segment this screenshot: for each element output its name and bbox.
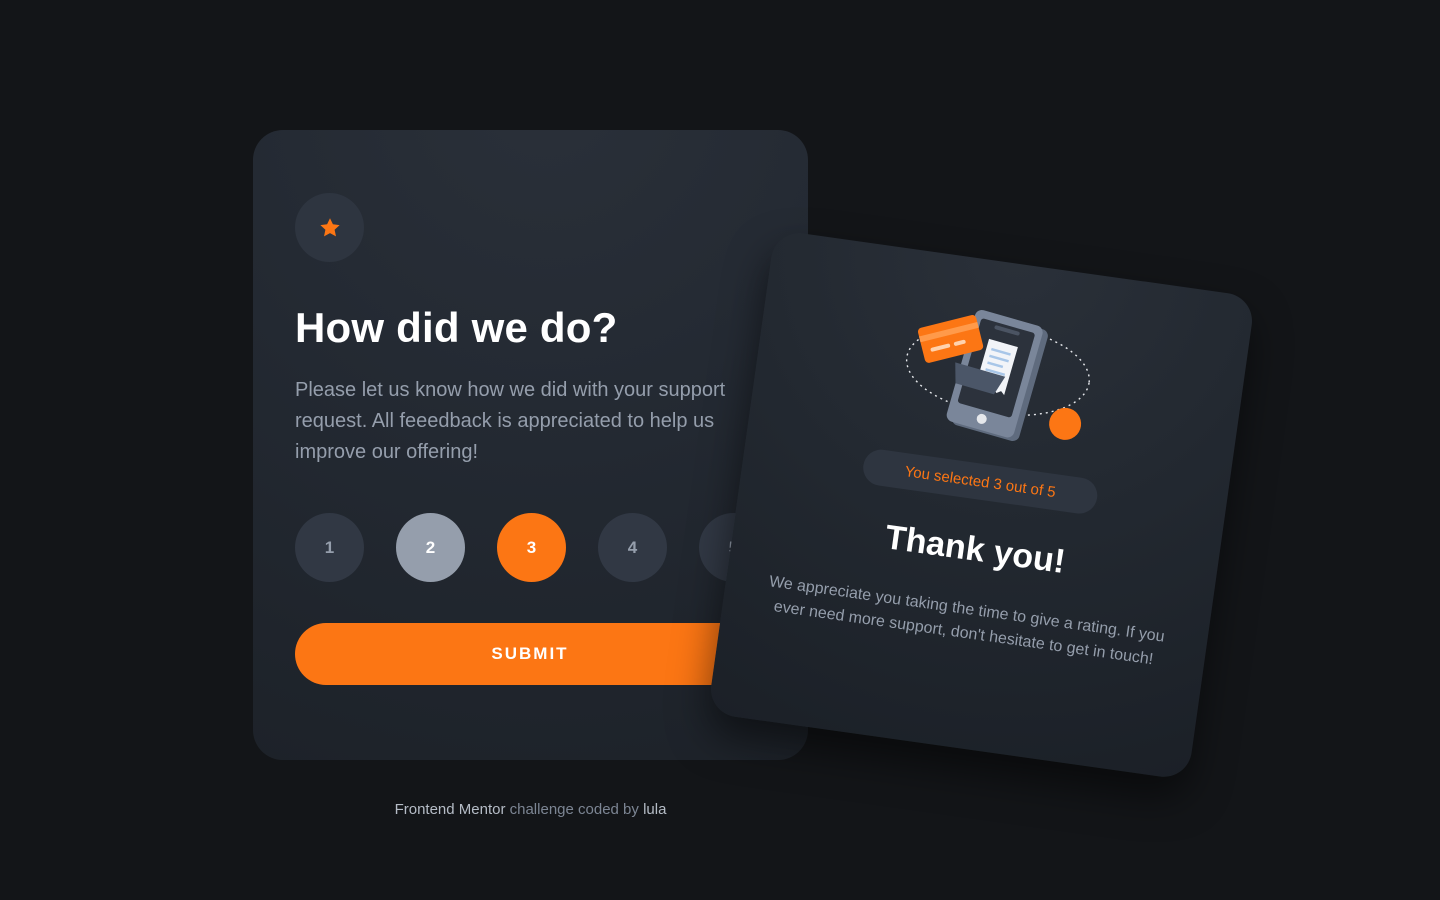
selection-badge: You selected 3 out of 5	[860, 447, 1100, 516]
frontend-mentor-link[interactable]: Frontend Mentor	[395, 801, 506, 818]
author-link[interactable]: lula	[643, 801, 666, 818]
rating-description: Please let us know how we did with your …	[295, 379, 726, 463]
star-icon	[319, 217, 340, 236]
rating-option-1[interactable]: 1	[295, 513, 364, 582]
thankyou-card: You selected 3 out of 5 Thank you! We ap…	[707, 229, 1256, 781]
rating-options: 1 2 3 4 5	[295, 513, 768, 582]
attribution: Frontend Mentor challenge coded by lula	[253, 801, 808, 818]
rating-option-3[interactable]: 3	[497, 513, 566, 582]
attribution-text: challenge coded by	[509, 801, 639, 818]
rating-option-2[interactable]: 2	[396, 513, 465, 582]
rating-option-4[interactable]: 4	[598, 513, 667, 582]
star-badge	[295, 193, 364, 262]
payment-phone-illustration	[905, 309, 1090, 442]
submit-button[interactable]: SUBMIT	[295, 623, 765, 685]
page-title: How did we do?	[295, 304, 618, 351]
